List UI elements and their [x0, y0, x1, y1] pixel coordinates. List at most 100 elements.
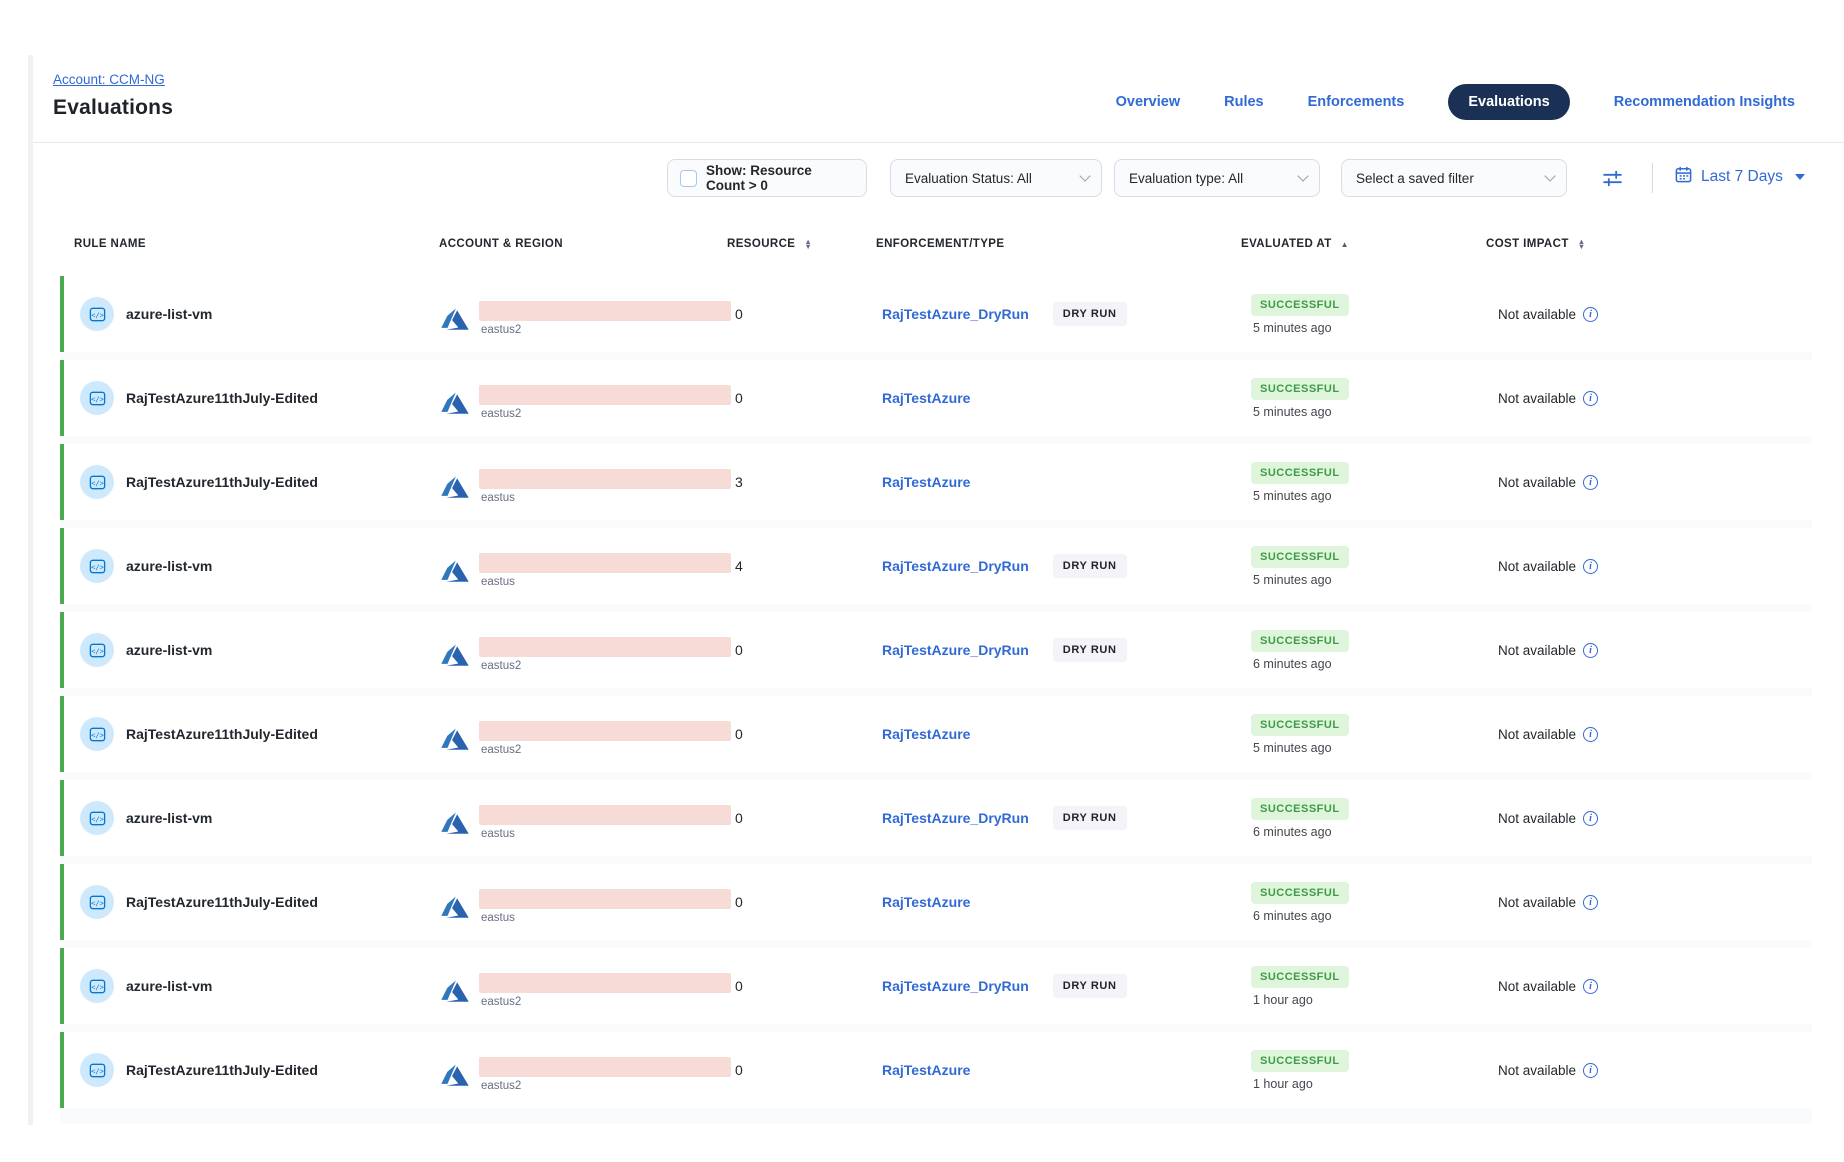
enforcement-link[interactable]: RajTestAzure	[882, 726, 970, 742]
info-icon[interactable]: i	[1583, 811, 1598, 826]
evaluated-cell: SUCCESSFUL 1 hour ago	[1241, 966, 1486, 1007]
rule-cell: </> azure-list-vm	[64, 297, 439, 331]
info-icon[interactable]: i	[1583, 1063, 1598, 1078]
tab-evaluations-active[interactable]: Evaluations	[1448, 84, 1569, 120]
date-range-picker[interactable]: Last 7 Days	[1674, 165, 1805, 189]
sort-icon[interactable]: ▲▼	[804, 239, 812, 249]
rule-script-icon: </>	[80, 885, 114, 919]
info-icon[interactable]: i	[1583, 643, 1598, 658]
status-badge: SUCCESSFUL	[1251, 294, 1349, 316]
saved-filter-dropdown-value: Select a saved filter	[1356, 171, 1474, 186]
region-label: eastus	[481, 828, 731, 840]
table-row[interactable]: </> azure-list-vm eastus 0 RajTestAzure_…	[60, 780, 1812, 856]
redacted-account-name	[479, 721, 731, 741]
redacted-account-name	[479, 889, 731, 909]
col-resource[interactable]: RESOURCE ▲▼	[727, 238, 876, 250]
enforcement-link[interactable]: RajTestAzure_DryRun	[882, 306, 1029, 322]
sort-asc-icon[interactable]: ▲	[1341, 240, 1349, 249]
enforcement-link[interactable]: RajTestAzure_DryRun	[882, 642, 1029, 658]
enforcement-link[interactable]: RajTestAzure	[882, 1062, 970, 1078]
enforcement-link[interactable]: RajTestAzure_DryRun	[882, 978, 1029, 994]
info-icon[interactable]: i	[1583, 391, 1598, 406]
filter-sliders-icon[interactable]	[1602, 168, 1623, 194]
cost-impact-cell: Not available i	[1486, 727, 1812, 742]
account-region-cell: eastus2	[439, 292, 727, 336]
resource-count-checkbox[interactable]	[680, 170, 697, 187]
cost-impact-cell: Not available i	[1486, 1063, 1812, 1078]
header-divider	[33, 142, 1844, 143]
enforcement-link[interactable]: RajTestAzure_DryRun	[882, 558, 1029, 574]
enforcement-cell: RajTestAzure_DryRun DRY RUN	[876, 554, 1241, 578]
rule-name: RajTestAzure11thJuly-Edited	[126, 726, 318, 742]
info-icon[interactable]: i	[1583, 559, 1598, 574]
info-icon[interactable]: i	[1583, 475, 1598, 490]
enforcement-cell: RajTestAzure_DryRun DRY RUN	[876, 302, 1241, 326]
table-row[interactable]: </> azure-list-vm eastus2 0 RajTestAzure…	[60, 948, 1812, 1024]
resource-count: 0	[727, 306, 876, 322]
tab-recommendation-insights[interactable]: Recommendation Insights	[1614, 94, 1795, 110]
info-icon[interactable]: i	[1583, 979, 1598, 994]
resource-count: 0	[727, 810, 876, 826]
redacted-account-name	[479, 1057, 731, 1077]
table-row[interactable]: </> azure-list-vm eastus2 0 RajTestAzure…	[60, 276, 1812, 352]
cost-impact-value: Not available	[1498, 643, 1576, 658]
table-row[interactable]: </> RajTestAzure11thJuly-Edited eastus2 …	[60, 1032, 1812, 1108]
azure-logo-icon	[439, 388, 471, 420]
info-icon[interactable]: i	[1583, 727, 1598, 742]
redacted-account-name	[479, 637, 731, 657]
tab-rules[interactable]: Rules	[1224, 94, 1264, 110]
table-row[interactable]: </> RajTestAzure11thJuly-Edited eastus 0…	[60, 864, 1812, 940]
evaluated-time: 6 minutes ago	[1251, 657, 1332, 671]
info-icon[interactable]: i	[1583, 307, 1598, 322]
breadcrumb-account-link[interactable]: Account: CCM-NG	[53, 72, 165, 87]
evaluation-type-dropdown[interactable]: Evaluation type: All	[1114, 159, 1320, 197]
col-rule-name: RULE NAME	[64, 238, 439, 250]
evaluated-time: 1 hour ago	[1251, 993, 1313, 1007]
table-row[interactable]: </> azure-list-vm eastus2 0 RajTestAzure…	[60, 612, 1812, 688]
cost-impact-value: Not available	[1498, 979, 1576, 994]
evaluated-time: 6 minutes ago	[1251, 909, 1332, 923]
rule-name: azure-list-vm	[126, 306, 212, 322]
rule-script-icon: </>	[80, 549, 114, 583]
dry-run-badge: DRY RUN	[1053, 302, 1127, 326]
rule-cell: </> azure-list-vm	[64, 969, 439, 1003]
redacted-account-name	[479, 301, 731, 321]
rule-cell: </> azure-list-vm	[64, 633, 439, 667]
resource-count: 0	[727, 390, 876, 406]
col-evaluated-at[interactable]: EVALUATED AT ▲	[1241, 238, 1486, 250]
account-region-cell: eastus2	[439, 628, 727, 672]
evaluated-time: 5 minutes ago	[1251, 489, 1332, 503]
cost-impact-cell: Not available i	[1486, 811, 1812, 826]
azure-logo-icon	[439, 640, 471, 672]
evaluation-status-dropdown-value: Evaluation Status: All	[905, 171, 1032, 186]
col-cost-impact[interactable]: COST IMPACT ▲▼	[1486, 238, 1812, 250]
sort-icon[interactable]: ▲▼	[1578, 239, 1586, 249]
table-row[interactable]: </> RajTestAzure11thJuly-Edited eastus2 …	[60, 696, 1812, 772]
chevron-down-icon	[1544, 170, 1555, 181]
table-row[interactable]: </> azure-list-vm eastus 4 RajTestAzure_…	[60, 528, 1812, 604]
evaluation-status-dropdown[interactable]: Evaluation Status: All	[890, 159, 1102, 197]
enforcement-link[interactable]: RajTestAzure_DryRun	[882, 810, 1029, 826]
table-row[interactable]: </> RajTestAzure11thJuly-Edited eastus2 …	[60, 360, 1812, 436]
rule-script-icon: </>	[80, 381, 114, 415]
dry-run-badge: DRY RUN	[1053, 554, 1127, 578]
enforcement-link[interactable]: RajTestAzure	[882, 390, 970, 406]
rule-script-icon: </>	[80, 801, 114, 835]
resource-count: 0	[727, 978, 876, 994]
tab-overview[interactable]: Overview	[1116, 94, 1181, 110]
cost-impact-value: Not available	[1498, 475, 1576, 490]
resource-count-filter[interactable]: Show: Resource Count > 0	[667, 159, 867, 197]
enforcement-cell: RajTestAzure	[876, 474, 1241, 490]
azure-logo-icon	[439, 1060, 471, 1092]
rule-cell: </> azure-list-vm	[64, 801, 439, 835]
table-row[interactable]: </> RajTestAzure11thJuly-Edited eastus 3…	[60, 444, 1812, 520]
tab-enforcements[interactable]: Enforcements	[1308, 94, 1405, 110]
left-edge-strip	[28, 55, 33, 1125]
enforcement-cell: RajTestAzure_DryRun DRY RUN	[876, 638, 1241, 662]
info-icon[interactable]: i	[1583, 895, 1598, 910]
enforcement-link[interactable]: RajTestAzure	[882, 474, 970, 490]
account-region-cell: eastus	[439, 880, 727, 924]
table-header: RULE NAME ACCOUNT & REGION RESOURCE ▲▼ E…	[64, 238, 1812, 250]
saved-filter-dropdown[interactable]: Select a saved filter	[1341, 159, 1567, 197]
enforcement-link[interactable]: RajTestAzure	[882, 894, 970, 910]
